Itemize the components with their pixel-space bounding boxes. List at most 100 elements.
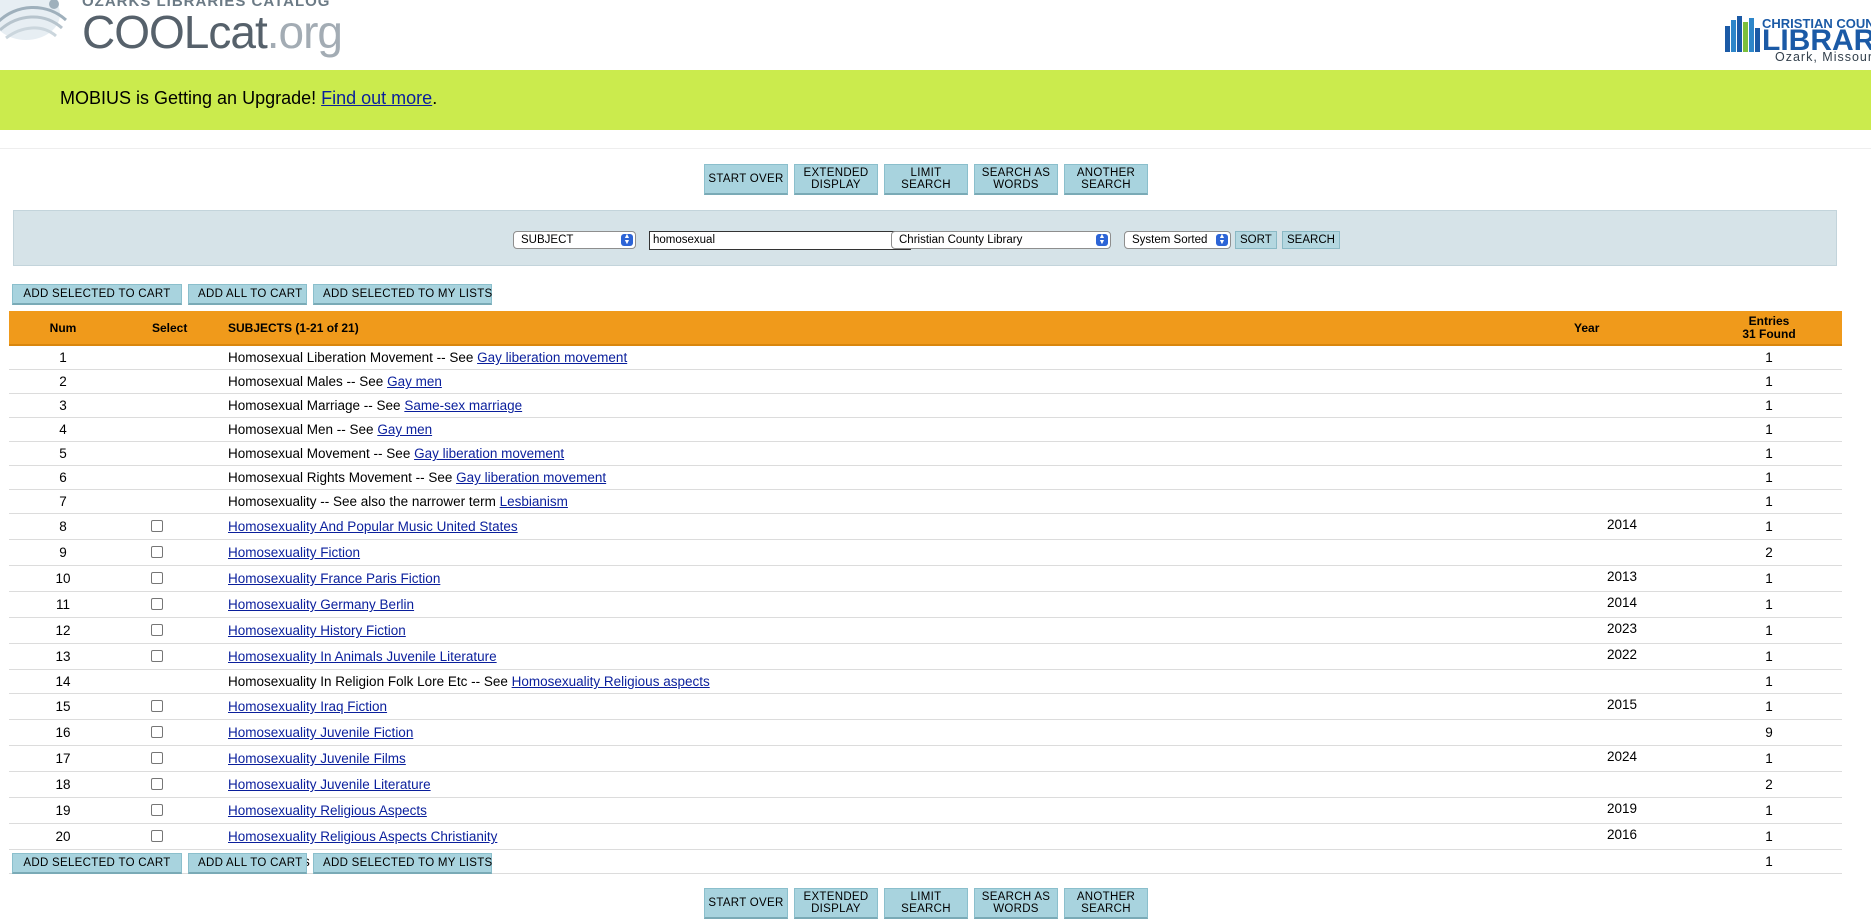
extended-display-button[interactable]: EXTENDED DISPLAY <box>794 164 878 195</box>
search-type-value: SUBJECT <box>521 234 574 246</box>
subject-link[interactable]: Homosexuality Iraq Fiction <box>228 699 387 714</box>
year-cell: 2022 <box>1607 647 1638 662</box>
row-select-checkbox[interactable] <box>151 752 163 764</box>
subject-link[interactable]: Homosexuality Religious Aspects <box>228 803 427 818</box>
table-row: 13 Homosexuality In Animals Juvenile Lite… <box>9 644 1842 670</box>
sort-select[interactable]: System Sorted ▲ ▼ <box>1124 231 1231 249</box>
limit-search-button[interactable]: LIMIT SEARCH <box>884 888 968 919</box>
row-select-checkbox[interactable] <box>151 830 163 842</box>
add-selected-to-cart-button[interactable]: ADD SELECTED TO CART <box>12 284 182 305</box>
year-cell: 2014 <box>1607 595 1638 610</box>
row-number: 14 <box>55 674 71 689</box>
subject-link[interactable]: Homosexuality Juvenile Fiction <box>228 725 413 740</box>
bottom-nav-buttons: START OVER EXTENDED DISPLAY LIMIT SEARCH… <box>704 888 1148 919</box>
col-select-header: Select <box>152 321 188 335</box>
table-body: 1 Homosexual Liberation Movement -- See G… <box>9 346 1842 874</box>
row-number: 12 <box>55 623 71 638</box>
add-selected-to-my-lists-button[interactable]: ADD SELECTED TO MY LISTS <box>313 853 492 874</box>
another-search-button[interactable]: ANOTHER SEARCH <box>1064 888 1148 919</box>
search-button[interactable]: SEARCH <box>1282 231 1340 249</box>
row-number: 7 <box>59 494 67 509</box>
year-cell: 2015 <box>1607 697 1638 712</box>
subject-link[interactable]: Homosexuality Fiction <box>228 545 360 560</box>
entries-cell: 1 <box>1765 751 1773 766</box>
subject-cell: Homosexuality In Religion Folk Lore Etc … <box>228 674 710 689</box>
subject-cell: Homosexuality Religious Aspects Christia… <box>228 829 497 844</box>
row-number: 17 <box>55 751 71 766</box>
banner-message: MOBIUS is Getting an Upgrade! Find out m… <box>60 88 437 109</box>
subject-link[interactable]: Same-sex marriage <box>404 398 522 413</box>
subject-link[interactable]: Homosexuality Juvenile Films <box>228 751 406 766</box>
row-select-checkbox[interactable] <box>151 650 163 662</box>
start-over-button[interactable]: START OVER <box>704 164 788 195</box>
book-spines-icon <box>1725 16 1760 52</box>
subject-link[interactable]: Homosexuality In Animals Juvenile Litera… <box>228 649 497 664</box>
subject-see-text: Homosexuality -- See also the narrower t… <box>228 494 500 509</box>
row-select-checkbox[interactable] <box>151 572 163 584</box>
subject-link[interactable]: Homosexuality Germany Berlin <box>228 597 414 612</box>
another-search-button[interactable]: ANOTHER SEARCH <box>1064 164 1148 195</box>
add-selected-to-cart-button[interactable]: ADD SELECTED TO CART <box>12 853 182 874</box>
year-cell: 2013 <box>1607 569 1638 584</box>
row-select-checkbox[interactable] <box>151 700 163 712</box>
search-input[interactable]: homosexual <box>649 231 911 250</box>
start-over-button[interactable]: START OVER <box>704 888 788 919</box>
subject-link[interactable]: Homosexuality And Popular Music United S… <box>228 519 518 534</box>
subject-link[interactable]: Homosexuality Religious Aspects Christia… <box>228 829 497 844</box>
subject-link[interactable]: Homosexuality Juvenile Literature <box>228 777 431 792</box>
search-type-select[interactable]: SUBJECT ▲ ▼ <box>513 231 636 249</box>
location-select[interactable]: Christian County Library ▲ ▼ <box>891 231 1111 249</box>
row-select-checkbox[interactable] <box>151 778 163 790</box>
table-row: 15 Homosexuality Iraq Fiction 2015 1 <box>9 694 1842 720</box>
row-select-checkbox[interactable] <box>151 804 163 816</box>
library-location: Ozark, Missouri <box>1775 50 1871 64</box>
christian-county-library-logo[interactable]: CHRISTIAN COUNTY LIBRARY Ozark, Missouri <box>1725 12 1871 68</box>
subject-see-text: Homosexual Men -- See <box>228 422 378 437</box>
cart-buttons-bottom: ADD SELECTED TO CART ADD ALL TO CART ADD… <box>12 853 492 874</box>
sort-value: System Sorted <box>1132 234 1208 246</box>
logo-suffix-text: .org <box>266 6 343 58</box>
add-selected-to-my-lists-button[interactable]: ADD SELECTED TO MY LISTS <box>313 284 492 305</box>
row-select-checkbox[interactable] <box>151 520 163 532</box>
search-as-words-button[interactable]: SEARCH AS WORDS <box>974 888 1058 919</box>
subject-link[interactable]: Lesbianism <box>500 494 568 509</box>
subject-link[interactable]: Homosexuality Religious aspects <box>512 674 710 689</box>
extended-display-button[interactable]: EXTENDED DISPLAY <box>794 888 878 919</box>
entries-cell: 1 <box>1765 446 1773 461</box>
row-number: 16 <box>55 725 71 740</box>
row-number: 11 <box>55 597 70 612</box>
table-header: Num Select SUBJECTS (1-21 of 21) Year En… <box>9 311 1842 346</box>
entries-cell: 1 <box>1765 699 1773 714</box>
limit-search-button[interactable]: LIMIT SEARCH <box>884 164 968 195</box>
table-row: 19 Homosexuality Religious Aspects 2019 1 <box>9 798 1842 824</box>
row-number: 9 <box>59 545 67 560</box>
row-select-checkbox[interactable] <box>151 624 163 636</box>
subject-cell: Homosexuality Fiction <box>228 545 360 560</box>
subject-link[interactable]: Homosexuality France Paris Fiction <box>228 571 440 586</box>
sort-button[interactable]: SORT <box>1235 231 1277 249</box>
table-row: 10 Homosexuality France Paris Fiction 2013… <box>9 566 1842 592</box>
add-all-to-cart-button[interactable]: ADD ALL TO CART <box>188 853 307 874</box>
row-number: 1 <box>59 350 67 365</box>
subject-link[interactable]: Gay men <box>387 374 442 389</box>
banner-suffix: . <box>432 88 438 108</box>
row-select-checkbox[interactable] <box>151 546 163 558</box>
row-select-checkbox[interactable] <box>151 726 163 738</box>
subject-link[interactable]: Homosexuality History Fiction <box>228 623 406 638</box>
subject-cell: Homosexuality Juvenile Fiction <box>228 725 413 740</box>
year-cell: 2014 <box>1607 517 1638 532</box>
entries-cell: 9 <box>1765 725 1773 740</box>
subject-link[interactable]: Gay liberation movement <box>477 350 627 365</box>
select-arrows-icon: ▲ ▼ <box>621 233 633 246</box>
subject-link[interactable]: Gay liberation movement <box>414 446 564 461</box>
add-all-to-cart-button[interactable]: ADD ALL TO CART <box>188 284 307 305</box>
coolcat-logo[interactable]: OZARKS LIBRARIES CATALOG COOLcat.org <box>0 0 360 70</box>
row-select-checkbox[interactable] <box>151 598 163 610</box>
row-number: 20 <box>55 829 71 844</box>
find-out-more-link[interactable]: Find out more <box>321 88 432 108</box>
search-as-words-button[interactable]: SEARCH AS WORDS <box>974 164 1058 195</box>
year-cell: 2024 <box>1607 749 1638 764</box>
subject-link[interactable]: Gay liberation movement <box>456 470 606 485</box>
search-panel: SUBJECT ▲ ▼ homosexual Christian County Li… <box>13 210 1837 266</box>
subject-link[interactable]: Gay men <box>377 422 432 437</box>
